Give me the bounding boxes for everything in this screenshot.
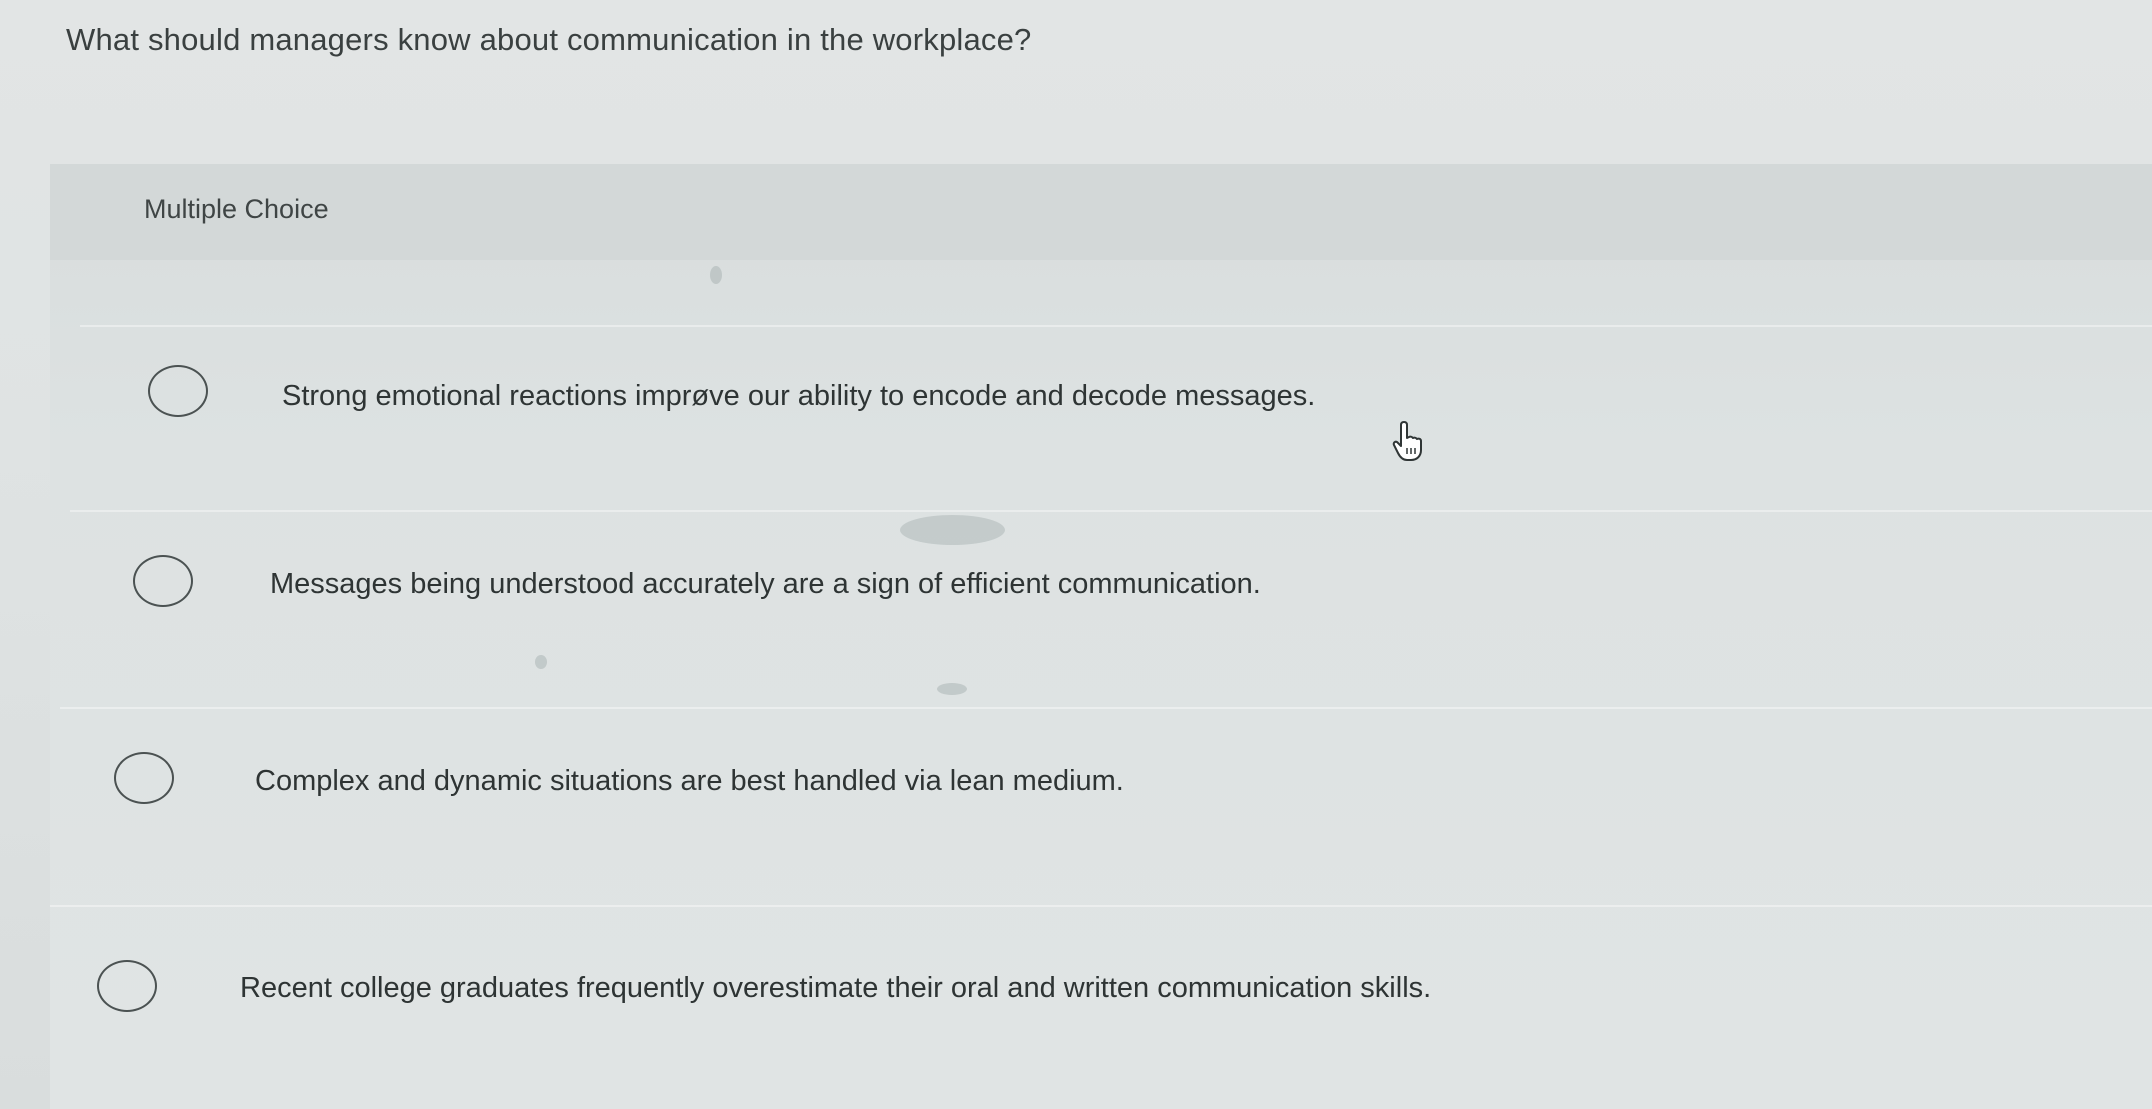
row-divider [50, 905, 2152, 907]
screen-smudge [710, 266, 722, 284]
multiple-choice-header: Multiple Choice [50, 164, 2152, 260]
answer-option-2-text[interactable]: Messages being understood accurately are… [270, 568, 1261, 601]
multiple-choice-panel: Multiple Choice [50, 164, 2152, 1109]
screen-smudge [535, 655, 547, 669]
screen-smudge [937, 683, 967, 695]
answer-option-1-text[interactable]: Strong emotional reactions imprøve our a… [282, 380, 1315, 413]
row-divider [70, 510, 2152, 512]
radio-unchecked-icon[interactable] [148, 365, 208, 417]
question-type-label: Multiple Choice [144, 194, 329, 224]
radio-unchecked-icon[interactable] [114, 752, 174, 804]
hand-pointer-icon [1392, 421, 1422, 461]
answer-option-4-text[interactable]: Recent college graduates frequently over… [240, 972, 1431, 1005]
question-title: What should managers know about communic… [66, 22, 1032, 57]
row-divider [80, 325, 2152, 327]
row-divider [60, 707, 2152, 709]
radio-unchecked-icon[interactable] [97, 960, 157, 1012]
screen-smudge [900, 515, 1005, 545]
answer-option-3-text[interactable]: Complex and dynamic situations are best … [255, 765, 1124, 798]
radio-unchecked-icon[interactable] [133, 555, 193, 607]
